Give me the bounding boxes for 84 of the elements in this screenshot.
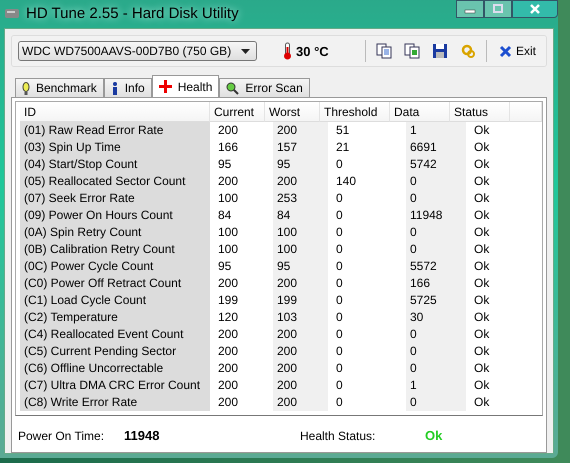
table-cell: 11948: [406, 207, 466, 224]
table-cell: 0: [406, 343, 466, 360]
magnifier-icon: [226, 82, 240, 94]
maximize-button[interactable]: [484, 0, 512, 18]
table-cell: (03) Spin Up Time: [20, 139, 210, 156]
column-header[interactable]: Threshold: [320, 102, 390, 122]
table-cell: (C2) Temperature: [20, 309, 210, 326]
table-cell: 200: [273, 275, 328, 292]
table-cell: 200: [273, 394, 328, 411]
table-cell: 1: [406, 377, 466, 394]
minimize-button[interactable]: [456, 0, 484, 18]
column-header[interactable]: Status: [450, 102, 510, 122]
column-header[interactable]: ID: [20, 102, 210, 122]
column-header[interactable]: Data: [390, 102, 450, 122]
table-cell: 253: [273, 190, 328, 207]
table-cell: (C1) Load Cycle Count: [20, 292, 210, 309]
health-label: Health Status:: [300, 428, 376, 442]
table-cell: 200: [273, 377, 328, 394]
table-cell: 0: [406, 326, 466, 343]
table-cell: 95: [273, 258, 328, 275]
table-cell: (C4) Reallocated Event Count: [20, 326, 210, 343]
table-cell: 200: [273, 326, 328, 343]
window-title: HD Tune 2.55 - Hard Disk Utility: [26, 4, 239, 22]
table-cell: 103: [273, 309, 328, 326]
column-header[interactable]: Current: [210, 102, 265, 122]
table-cell: 0: [406, 360, 466, 377]
table-cell: (C7) Ultra DMA CRC Error Count: [20, 377, 210, 394]
copy-screen-icon[interactable]: [402, 43, 422, 59]
power-on-label: Power On Time:: [18, 428, 106, 442]
close-button[interactable]: [512, 0, 558, 18]
temperature-reading: 30 °C: [296, 44, 329, 58]
table-cell: 1: [406, 122, 466, 139]
table-cell: (0B) Calibration Retry Count: [20, 241, 210, 258]
table-cell: 0: [406, 173, 466, 190]
table-cell: 95: [273, 156, 328, 173]
table-cell: 5725: [406, 292, 466, 309]
header-filler: [510, 102, 542, 122]
table-cell: (04) Start/Stop Count: [20, 156, 210, 173]
table-cell: 157: [273, 139, 328, 156]
table-cell: 6691: [406, 139, 466, 156]
table-cell: 100: [273, 241, 328, 258]
table-cell: (C6) Offline Uncorrectable: [20, 360, 210, 377]
table-cell: (C0) Power Off Retract Count: [20, 275, 210, 292]
table-cell: 0: [406, 394, 466, 411]
table-cell: (09) Power On Hours Count: [20, 207, 210, 224]
table-cell: 0: [406, 224, 466, 241]
table-cell: 84: [273, 207, 328, 224]
tab[interactable]: Error Scan: [219, 78, 310, 97]
table-cell: 5742: [406, 156, 466, 173]
power-on-value: 11948: [124, 428, 160, 443]
thermometer-icon: [283, 42, 292, 60]
table-cell: (01) Raw Read Error Rate: [20, 122, 210, 139]
table-cell: (0C) Power Cycle Count: [20, 258, 210, 275]
table-cell: 166: [406, 275, 466, 292]
copy-icon[interactable]: [374, 43, 394, 59]
table-cell: 0: [406, 241, 466, 258]
cross-icon: [158, 80, 172, 93]
info-icon: [110, 82, 119, 94]
table-cell: 200: [273, 173, 328, 190]
table-cell: 0: [406, 190, 466, 207]
table-cell: 199: [273, 292, 328, 309]
bulb-icon: [22, 82, 30, 94]
table-cell: 200: [273, 360, 328, 377]
exit-button[interactable]: Exit: [494, 44, 540, 58]
table-cell: (05) Reallocated Sector Count: [20, 173, 210, 190]
drive-dropdown[interactable]: WDC WD7500AAVS-00D7B0 (750 GB): [18, 41, 257, 61]
table-cell: (07) Seek Error Rate: [20, 190, 210, 207]
close-icon: [498, 44, 512, 58]
table-cell: 100: [273, 224, 328, 241]
table-cell: (C5) Current Pending Sector: [20, 343, 210, 360]
dropdown-arrow-icon: [241, 48, 250, 54]
table-cell: (C8) Write Error Rate: [20, 394, 210, 411]
health-value: Ok: [425, 428, 442, 443]
tab[interactable]: Info: [104, 78, 152, 97]
maximize-icon: [492, 4, 504, 14]
column-header[interactable]: Worst: [265, 102, 320, 122]
table-cell: 200: [273, 122, 328, 139]
table-cell: 5572: [406, 258, 466, 275]
table-cell: 200: [273, 343, 328, 360]
tab[interactable]: Health: [152, 75, 220, 97]
table-cell: 30: [406, 309, 466, 326]
tab[interactable]: Benchmark: [15, 78, 104, 97]
close-icon: [529, 4, 541, 14]
table-cell: (0A) Spin Retry Count: [20, 224, 210, 241]
